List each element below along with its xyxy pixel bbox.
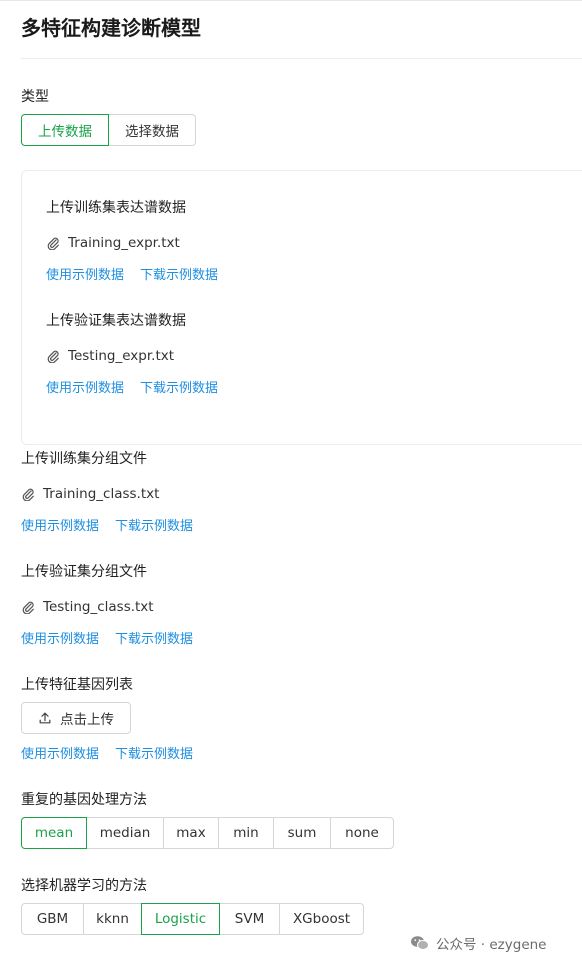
download-example-link[interactable]: 下载示例数据 bbox=[115, 743, 193, 762]
train-class-links: 使用示例数据 下载示例数据 bbox=[21, 515, 193, 534]
test-class-label: 上传验证集分组文件 bbox=[21, 564, 147, 580]
test-expr-links: 使用示例数据 下载示例数据 bbox=[46, 377, 218, 396]
test-expr-filename: Testing_expr.txt bbox=[68, 348, 175, 364]
train-class-file[interactable]: Training_class.txt bbox=[21, 486, 159, 502]
train-expr-label: 上传训练集表达谱数据 bbox=[46, 200, 186, 216]
test-expr-label: 上传验证集表达谱数据 bbox=[46, 313, 186, 329]
use-example-link[interactable]: 使用示例数据 bbox=[46, 264, 124, 283]
ml-option-svm[interactable]: SVM bbox=[219, 903, 280, 935]
ml-option-logistic[interactable]: Logistic bbox=[141, 903, 220, 935]
duplicate-method-label: 重复的基因处理方法 bbox=[21, 792, 147, 808]
download-example-link[interactable]: 下载示例数据 bbox=[140, 264, 218, 283]
ml-option-gbm[interactable]: GBM bbox=[21, 903, 84, 935]
upload-button-label: 点击上传 bbox=[60, 712, 114, 728]
wechat-icon bbox=[411, 936, 429, 950]
gene-list-links: 使用示例数据 下载示例数据 bbox=[21, 743, 193, 762]
paperclip-icon bbox=[22, 601, 34, 614]
test-class-filename: Testing_class.txt bbox=[43, 599, 154, 615]
duplicate-option-median[interactable]: median bbox=[86, 817, 164, 849]
use-example-link[interactable]: 使用示例数据 bbox=[21, 515, 99, 534]
test-class-links: 使用示例数据 下载示例数据 bbox=[21, 628, 193, 647]
download-example-link[interactable]: 下载示例数据 bbox=[140, 377, 218, 396]
gene-list-label: 上传特征基因列表 bbox=[21, 677, 133, 693]
train-expr-file[interactable]: Training_expr.txt bbox=[46, 235, 180, 251]
ml-option-kknn[interactable]: kknn bbox=[83, 903, 142, 935]
ml-method-segmented-control: GBM kknn Logistic SVM XGboost bbox=[21, 903, 364, 935]
train-expr-filename: Training_expr.txt bbox=[68, 235, 180, 251]
title-divider bbox=[21, 58, 582, 59]
upload-icon bbox=[39, 712, 51, 724]
use-example-link[interactable]: 使用示例数据 bbox=[21, 743, 99, 762]
duplicate-option-min[interactable]: min bbox=[218, 817, 274, 849]
download-example-link[interactable]: 下载示例数据 bbox=[115, 515, 193, 534]
ml-option-xgboost[interactable]: XGboost bbox=[279, 903, 364, 935]
duplicate-option-max[interactable]: max bbox=[163, 817, 219, 849]
train-class-label: 上传训练集分组文件 bbox=[21, 451, 147, 467]
top-border bbox=[0, 0, 582, 1]
paperclip-icon bbox=[22, 488, 34, 501]
use-example-link[interactable]: 使用示例数据 bbox=[21, 628, 99, 647]
type-option-select[interactable]: 选择数据 bbox=[108, 114, 196, 146]
type-label: 类型 bbox=[21, 89, 49, 105]
test-class-file[interactable]: Testing_class.txt bbox=[21, 599, 154, 615]
train-expr-links: 使用示例数据 下载示例数据 bbox=[46, 264, 218, 283]
upload-button[interactable]: 点击上传 bbox=[21, 702, 131, 734]
page-title: 多特征构建诊断模型 bbox=[21, 16, 201, 40]
download-example-link[interactable]: 下载示例数据 bbox=[115, 628, 193, 647]
duplicate-option-none[interactable]: none bbox=[330, 817, 394, 849]
train-class-filename: Training_class.txt bbox=[43, 486, 160, 502]
duplicate-method-segmented-control: mean median max min sum none bbox=[21, 817, 394, 849]
use-example-link[interactable]: 使用示例数据 bbox=[46, 377, 124, 396]
test-expr-file[interactable]: Testing_expr.txt bbox=[46, 348, 174, 364]
type-segmented-control: 上传数据 选择数据 bbox=[21, 114, 196, 146]
type-option-upload[interactable]: 上传数据 bbox=[21, 114, 109, 146]
duplicate-option-mean[interactable]: mean bbox=[21, 817, 87, 849]
duplicate-option-sum[interactable]: sum bbox=[273, 817, 331, 849]
paperclip-icon bbox=[47, 350, 59, 363]
watermark: 公众号 · ezygene bbox=[410, 933, 547, 953]
watermark-text: 公众号 · ezygene bbox=[436, 937, 547, 953]
ml-method-label: 选择机器学习的方法 bbox=[21, 878, 147, 894]
paperclip-icon bbox=[47, 237, 59, 250]
